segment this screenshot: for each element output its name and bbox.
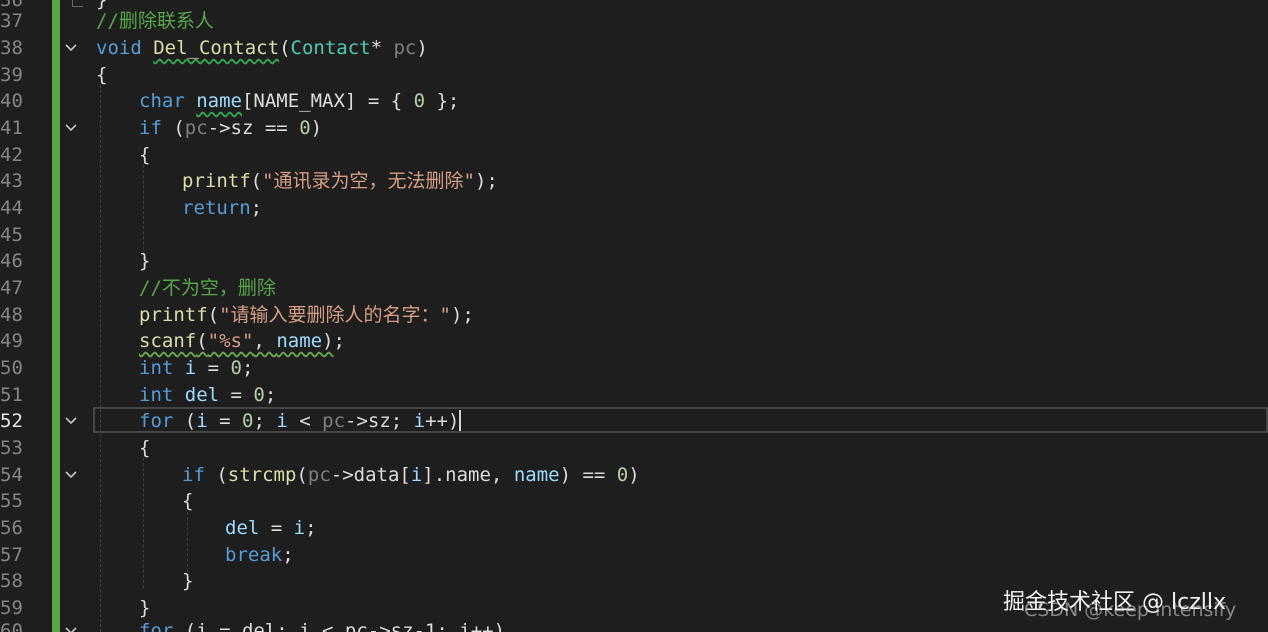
chevron-down-icon[interactable] <box>62 624 80 632</box>
code-line-active[interactable]: 52 for (i = 0; i < pc->sz; i++) <box>0 408 1268 435</box>
line-number: 46 <box>0 250 23 272</box>
line-number: 58 <box>0 570 23 592</box>
code-text: printf("请输入要删除人的名字："); <box>139 304 474 326</box>
code-text: //删除联系人 <box>96 10 214 32</box>
code-text: } <box>182 570 194 592</box>
code-text: scanf("%s", name); <box>139 330 345 352</box>
code-line[interactable]: 39 { <box>0 62 1268 89</box>
line-number: 54 <box>0 464 23 486</box>
code-line[interactable]: 49 scanf("%s", name); <box>0 328 1268 355</box>
code-text: for (i = del; i < pc->sz-1; i++) <box>139 620 506 632</box>
code-line[interactable]: 50 int i = 0; <box>0 355 1268 382</box>
code-line[interactable]: 46 } <box>0 248 1268 275</box>
line-number: 51 <box>0 384 23 406</box>
code-line[interactable]: 42 { <box>0 142 1268 169</box>
code-text: if (strcmp(pc->data[i].name, name) == 0) <box>182 464 640 486</box>
line-number: 45 <box>0 224 23 246</box>
code-text: break; <box>225 544 294 566</box>
code-line[interactable]: 54 if (strcmp(pc->data[i].name, name) ==… <box>0 462 1268 489</box>
line-number: 49 <box>0 330 23 352</box>
line-number: 44 <box>0 197 23 219</box>
line-number: 38 <box>0 37 23 59</box>
code-line[interactable]: 47 //不为空，删除 <box>0 275 1268 302</box>
chevron-down-icon[interactable] <box>62 41 80 55</box>
line-number: 48 <box>0 304 23 326</box>
code-line[interactable]: 56 del = i; <box>0 515 1268 542</box>
code-text: del = i; <box>225 517 317 539</box>
text-cursor <box>459 410 462 431</box>
code-line[interactable]: 44 return; <box>0 195 1268 222</box>
code-line[interactable]: 43 printf("通讯录为空，无法删除"); <box>0 168 1268 195</box>
line-number: 57 <box>0 544 23 566</box>
code-text: } <box>139 250 151 272</box>
code-line[interactable]: 48 printf("请输入要删除人的名字："); <box>0 302 1268 329</box>
code-text: int del = 0; <box>139 384 277 406</box>
line-number: 39 <box>0 64 23 86</box>
code-text: return; <box>182 197 263 219</box>
line-number: 56 <box>0 517 23 539</box>
line-number: 37 <box>0 10 23 32</box>
code-line[interactable]: 40 char name[NAME_MAX] = { 0 }; <box>0 88 1268 115</box>
chevron-down-icon[interactable] <box>62 121 80 135</box>
code-text: //不为空，删除 <box>139 277 276 299</box>
code-line[interactable]: 38 void Del_Contact(Contact* pc) <box>0 35 1268 62</box>
line-number: 43 <box>0 170 23 192</box>
code-text: { <box>139 437 151 459</box>
code-line[interactable]: 45 <box>0 222 1268 249</box>
line-number: 55 <box>0 490 23 512</box>
line-number: 47 <box>0 277 23 299</box>
code-line[interactable]: 53 { <box>0 435 1268 462</box>
code-line[interactable]: 55 { <box>0 488 1268 515</box>
line-number: 42 <box>0 144 23 166</box>
code-text: if (pc->sz == 0) <box>139 117 323 139</box>
watermark-juejin: 掘金技术社区 @ lczllx <box>1003 590 1226 615</box>
line-number: 60 <box>0 620 23 632</box>
code-text: char name[NAME_MAX] = { 0 }; <box>139 90 460 112</box>
chevron-down-icon[interactable] <box>62 414 80 428</box>
line-number: 41 <box>0 117 23 139</box>
code-line[interactable]: 51 int del = 0; <box>0 382 1268 409</box>
line-number: 52 <box>0 410 23 432</box>
chevron-down-icon[interactable] <box>62 468 80 482</box>
code-text: void Del_Contact(Contact* pc) <box>96 37 428 59</box>
code-line[interactable]: 37 //删除联系人 <box>0 8 1268 35</box>
code-line[interactable]: 41 if (pc->sz == 0) <box>0 115 1268 142</box>
line-number: 40 <box>0 90 23 112</box>
code-text: { <box>96 64 108 86</box>
code-text: for (i = 0; i < pc->sz; i++) <box>139 410 462 432</box>
code-editor[interactable]: 36 } 37 //删除联系人 38 void Del_Contact(Cont… <box>0 0 1268 632</box>
code-text: int i = 0; <box>139 357 254 379</box>
code-text: { <box>139 144 151 166</box>
code-line[interactable]: 57 break; <box>0 542 1268 569</box>
code-text: printf("通讯录为空，无法删除"); <box>182 170 498 192</box>
code-text: { <box>182 490 194 512</box>
line-number: 50 <box>0 357 23 379</box>
line-number: 53 <box>0 437 23 459</box>
